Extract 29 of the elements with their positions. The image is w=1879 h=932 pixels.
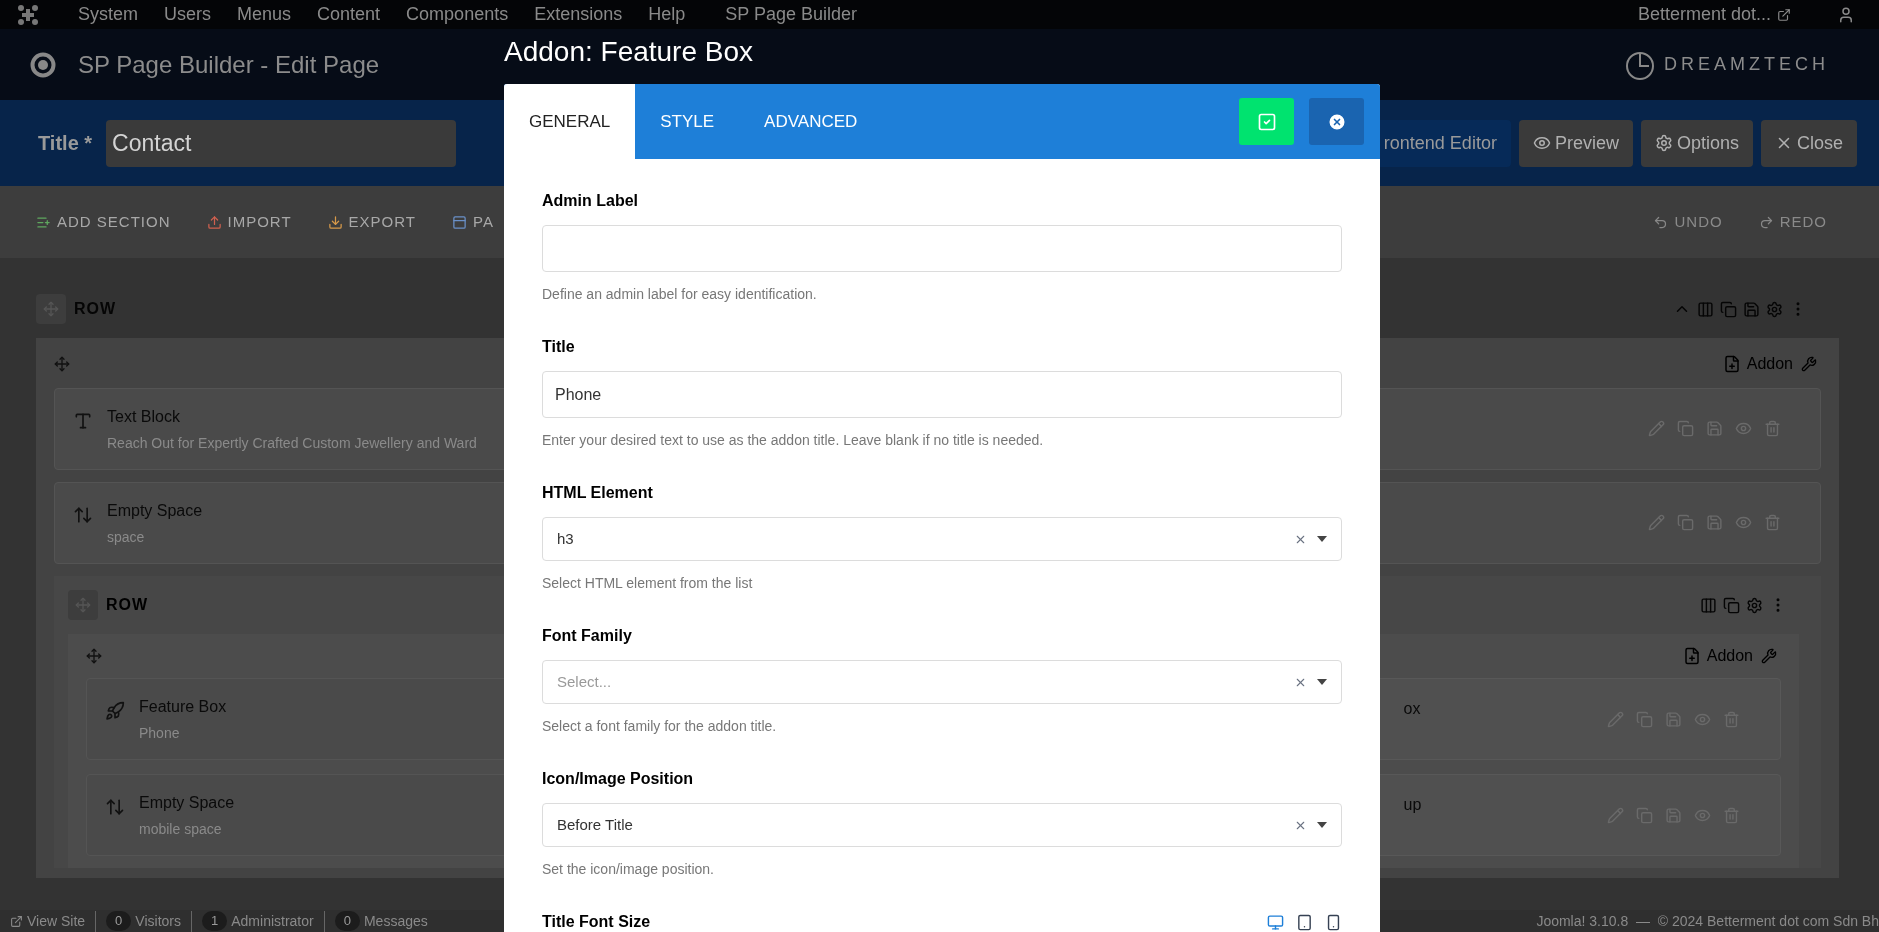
addon-subtitle: Reach Out for Expertly Crafted Custom Jewellery and Ward [107,433,477,453]
addon-title: Text Block [107,406,181,427]
addon-subtitle: mobile space [139,819,223,839]
help-text: Define an admin label for easy identification. [542,285,818,304]
addon-subtitle: Phone [139,723,181,743]
title-label: Title * [38,131,93,156]
field-label: Font Family [542,626,632,646]
count-badge: 0 [106,911,132,931]
addon-title: Feature Box [139,696,227,717]
addon-title: up [1403,795,1422,815]
addon-title: Empty Space [139,792,235,813]
page-title: SP Page Builder - Edit Page [78,49,380,80]
help-text: Select HTML element from the list [542,574,754,593]
row-label: ROW [106,595,149,615]
logo-text: DREAMZTECH [1664,53,1829,76]
addon-subtitle: space [107,527,146,547]
addon-title: Empty Space [107,500,203,521]
help-text: Set the icon/image position. [542,860,715,879]
count-badge: 0 [334,911,360,931]
field-label: Title Font Size [542,912,651,932]
field-label: Admin Label [542,191,638,211]
help-text: Select a font family for the addon title. [542,717,778,736]
count-badge: 1 [202,911,228,931]
addon-title: ox [1403,699,1421,719]
help-text: Enter your desired text to use as the addon title. Leave blank if no title is needed. [542,431,1045,450]
field-label: HTML Element [542,483,653,503]
footer-text: Joomla! 3.10.8 — © 2024 Betterment dot com Sdn Bh [1536,911,1879,931]
modal-title: Addon: Feature Box [504,35,754,69]
field-label: Title [542,337,575,357]
